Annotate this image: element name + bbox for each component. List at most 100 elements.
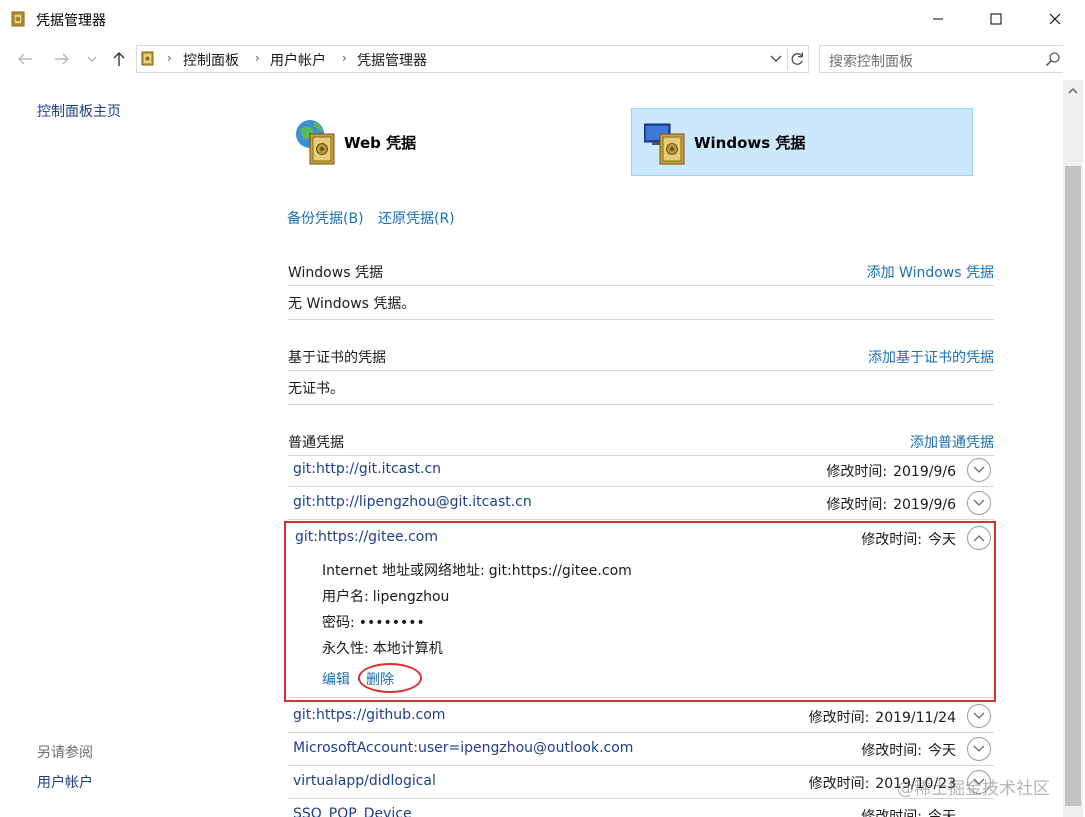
windows-credentials-section-header: Windows 凭据 添加 Windows 凭据 [288, 256, 994, 286]
credential-modified: 修改时间: 2019/9/6 [826, 494, 956, 514]
modified-label: 修改时间: [808, 710, 870, 726]
recent-locations-button[interactable] [84, 48, 100, 70]
detail-label: Internet 地址或网络地址: [322, 563, 485, 579]
credential-modified: 修改时间: 今天 [861, 740, 956, 760]
scrollbar-thumb[interactable] [1065, 166, 1081, 806]
detail-value: 本地计算机 [372, 641, 443, 657]
modified-date: 2019/9/6 [893, 464, 956, 480]
windows-credentials-label: Windows 凭据 [694, 133, 806, 152]
credential-row[interactable]: git:https://github.com 修改时间: 2019/11/24 [288, 700, 994, 733]
section-title: Windows 凭据 [288, 265, 383, 281]
detail-username: 用户名: lipengzhou [322, 586, 449, 606]
detail-label: 永久性: [322, 641, 369, 657]
expand-button[interactable] [967, 704, 991, 728]
modified-label: 修改时间: [861, 743, 922, 759]
modified-date: 今天 [928, 809, 956, 817]
breadcrumb-separator-icon: › [255, 51, 260, 65]
empty-message: 无 Windows 凭据。 [288, 296, 416, 312]
detail-label: 用户名: [322, 589, 369, 605]
section-title: 基于证书的凭据 [288, 350, 386, 366]
web-credentials-icon [296, 120, 335, 165]
delete-highlight-circle [358, 663, 422, 693]
web-credentials-label: Web 凭据 [344, 133, 417, 152]
breadcrumb-user-accounts[interactable]: 用户帐户 [270, 50, 326, 70]
chevron-down-icon [973, 745, 985, 752]
credential-modified: 修改时间: 2019/11/24 [809, 707, 956, 727]
credential-row[interactable]: git:http://lipengzhou@git.itcast.cn 修改时间… [288, 487, 994, 520]
breadcrumb-separator-icon: › [167, 51, 172, 65]
user-accounts-link[interactable]: 用户帐户 [37, 772, 93, 792]
credential-row[interactable]: SSO_POP_Device 修改时间: 今天 [288, 799, 994, 817]
collapse-button[interactable] [967, 526, 991, 550]
up-button[interactable] [108, 48, 130, 70]
expand-button[interactable] [967, 458, 991, 482]
detail-label: 密码: [322, 615, 355, 631]
credential-modified: 修改时间: 今天 [861, 806, 956, 817]
see-also-heading: 另请参阅 [37, 745, 93, 761]
control-panel-icon [141, 51, 154, 66]
control-panel-home-link[interactable]: 控制面板主页 [37, 101, 121, 121]
forward-button[interactable] [51, 48, 73, 70]
minimize-icon [932, 18, 943, 20]
credential-manager-icon [11, 11, 25, 27]
breadcrumb-control-panel[interactable]: 控制面板 [183, 50, 239, 70]
close-button[interactable] [1025, 0, 1063, 38]
restore-credentials-link[interactable]: 还原凭据(R) [378, 211, 455, 227]
address-dropdown-icon[interactable] [768, 50, 784, 68]
window-title: 凭据管理器 [36, 13, 106, 29]
add-windows-credential-link[interactable]: 添加 Windows 凭据 [867, 262, 994, 282]
breadcrumb-separator-icon: › [342, 51, 347, 65]
breadcrumb-credential-manager[interactable]: 凭据管理器 [357, 50, 427, 70]
search-icon[interactable] [1045, 51, 1061, 67]
credential-name: virtualapp/didlogical [293, 773, 436, 789]
credential-name: SSO_POP_Device [293, 806, 412, 817]
modified-date: 今天 [928, 532, 956, 548]
chevron-down-icon [973, 499, 985, 506]
modified-label: 修改时间: [861, 532, 922, 548]
scroll-up-icon[interactable] [1068, 86, 1078, 96]
credential-name: git:http://lipengzhou@git.itcast.cn [293, 494, 532, 510]
back-button[interactable] [14, 48, 36, 70]
certificate-credentials-section-header: 基于证书的凭据 添加基于证书的凭据 [288, 341, 994, 371]
add-generic-credential-link[interactable]: 添加普通凭据 [910, 432, 994, 452]
maximize-button[interactable] [966, 0, 1025, 38]
credential-row[interactable]: virtualapp/didlogical 修改时间: 2019/10/23 [288, 766, 994, 799]
expand-button[interactable] [967, 737, 991, 761]
up-arrow-icon [113, 52, 125, 66]
expand-button[interactable] [967, 491, 991, 515]
detail-value: •••••••• [358, 615, 425, 631]
credential-row-expanded[interactable]: git:https://gitee.com 修改时间: 今天 Internet 地… [290, 523, 994, 698]
detail-password: 密码: •••••••• [322, 612, 425, 632]
backup-restore-links: 备份凭据(B) 还原凭据(R) [287, 208, 465, 228]
windows-credentials-icon [644, 123, 685, 165]
backup-credentials-link[interactable]: 备份凭据(B) [287, 211, 364, 227]
credential-name: MicrosoftAccount:user=ipengzhou@outlook.… [293, 740, 634, 756]
chevron-down-icon [973, 712, 985, 719]
chevron-down-icon [973, 466, 985, 473]
address-bar[interactable]: › 控制面板 › 用户帐户 › 凭据管理器 [136, 45, 809, 73]
search-input[interactable]: 搜索控制面板 [829, 51, 913, 71]
detail-persistence: 永久性: 本地计算机 [322, 638, 443, 658]
edit-link[interactable]: 编辑 [322, 669, 350, 689]
modified-date: 2019/9/6 [893, 497, 956, 513]
add-certificate-credential-link[interactable]: 添加基于证书的凭据 [868, 347, 994, 367]
maximize-icon [990, 13, 1001, 25]
detail-value: lipengzhou [372, 589, 450, 605]
refresh-icon[interactable] [787, 48, 807, 70]
watermark: @稀土掘金技术社区 [897, 779, 1050, 799]
credential-name: git:https://github.com [293, 707, 446, 723]
expanded-credential-highlight: git:https://gitee.com 修改时间: 今天 Internet 地… [284, 521, 996, 702]
vertical-scrollbar[interactable] [1063, 80, 1083, 817]
back-arrow-icon [18, 53, 32, 65]
web-credentials-tab[interactable]: Web 凭据 [294, 108, 614, 176]
windows-credentials-tab[interactable]: Windows 凭据 [631, 108, 973, 176]
modified-label: 修改时间: [861, 809, 922, 817]
section-title: 普通凭据 [288, 435, 344, 451]
windows-credentials-empty: 无 Windows 凭据。 [288, 286, 994, 320]
credential-row[interactable]: git:http://git.itcast.cn 修改时间: 2019/9/6 [288, 454, 994, 487]
generic-credentials-section-header: 普通凭据 添加普通凭据 [288, 426, 994, 456]
minimize-button[interactable] [908, 0, 967, 38]
credential-row[interactable]: MicrosoftAccount:user=ipengzhou@outlook.… [288, 733, 994, 766]
close-icon [1049, 13, 1060, 25]
search-box[interactable]: 搜索控制面板 [819, 45, 1063, 73]
